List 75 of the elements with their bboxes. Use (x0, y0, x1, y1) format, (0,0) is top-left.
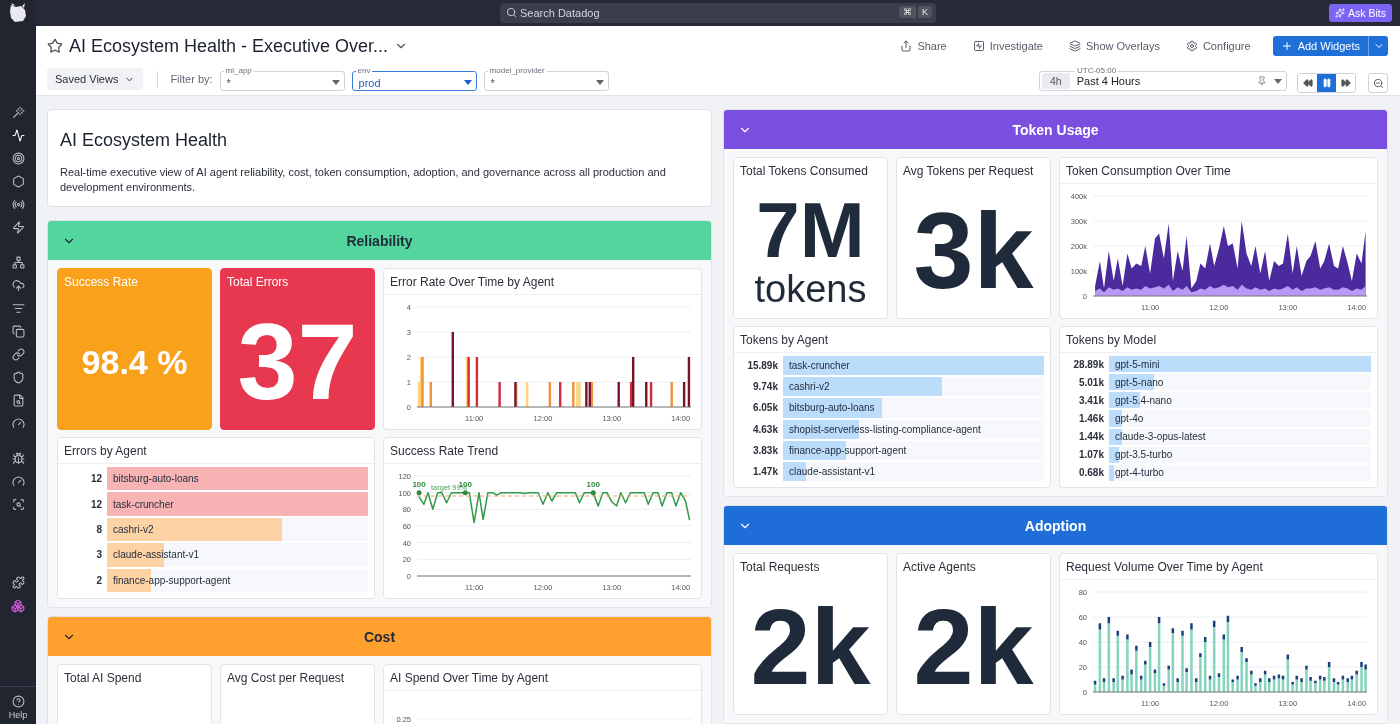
card-title: Success Rate Trend (384, 438, 701, 464)
bar-label: task-cruncher (788, 360, 850, 372)
metric-value: 2k (750, 592, 871, 701)
card-title: Request Volume Over Time by Agent (1060, 554, 1377, 580)
bar-value: 1.07k (1077, 449, 1104, 461)
card-title: Total Requests (739, 559, 821, 576)
field-label: ml_app (223, 67, 254, 75)
intro-title: AI Ecosystem Health (60, 130, 229, 151)
bar-label: gpt-3.5-turbo (1114, 449, 1173, 461)
bar-label: bitsburg-auto-loans (112, 473, 199, 485)
bar-label: task-cruncher (112, 498, 174, 510)
point-label: 100 (411, 479, 426, 489)
field-label: model_provider (487, 67, 547, 75)
metric-value: 2k (913, 592, 1034, 701)
timezone-label: UTC-05:00 (1075, 67, 1119, 75)
card-title: Error Rate Over Time by Agent (384, 269, 701, 295)
bar-label: gpt-5.4-nano (1114, 394, 1172, 406)
group-title: Cost (362, 628, 397, 645)
group-title: Reliability (345, 232, 414, 249)
metric-unit: tokens (754, 268, 867, 311)
bar-label: claude-assistant-v1 (112, 549, 200, 561)
bar-label: claude-assistant-v1 (788, 465, 876, 477)
card-title: Token Consumption Over Time (1060, 158, 1377, 184)
metric-value: 98.4 % (81, 344, 188, 379)
card-title: Total Errors (226, 274, 290, 291)
bar-value: 1.46k (1077, 413, 1104, 424)
bar-label: gpt-5-nano (1114, 376, 1164, 388)
bar-value: 28.89k (1072, 358, 1104, 370)
card-title: Avg Cost per Request (226, 670, 346, 687)
card-title: Errors by Agent (58, 438, 374, 464)
bar-label: cashri-v2 (788, 381, 830, 393)
bar-value: 12 (89, 498, 102, 510)
bar-label: gpt-4o (1114, 413, 1144, 424)
card-title: Success Rate (63, 274, 140, 291)
card-title: AI Spend Over Time by Agent (384, 665, 701, 691)
card-title: Total AI Spend (63, 670, 143, 687)
intro-description: Real-time executive view of AI agent reliability, cost, token consumption, adoption, and governance across all production and development environments. (60, 165, 667, 195)
bar-label: shopist-serverless-listing-compliance-agent (788, 423, 981, 435)
group-title: Token Usage (1011, 121, 1100, 138)
card-title: Tokens by Model (1060, 327, 1377, 353)
bar-value: 3.41k (1077, 394, 1104, 406)
time-range: Past 4 Hours (1076, 75, 1142, 87)
point-label: 100 (586, 479, 600, 489)
card-title: Avg Tokens per Request (902, 163, 1035, 180)
bar-label: gpt-5-mini (1114, 358, 1160, 370)
dashboard-title: AI Ecosystem Health - Executive Over... (69, 35, 389, 57)
bar-value: 1.47k (751, 465, 778, 477)
field-label: env (355, 67, 373, 75)
time-span: 4h (1042, 73, 1070, 89)
card-title: Tokens by Agent (734, 327, 1050, 353)
bar-value: 9.74k (751, 381, 778, 393)
bar-label: claude-3-opus-latest (1114, 431, 1206, 443)
bar-value: 3.83k (751, 444, 778, 456)
filter-label: Filter by: (170, 73, 213, 85)
bar-value: 5.01k (1077, 376, 1104, 388)
card-title: Total Tokens Consumed (739, 163, 869, 180)
bar-label: finance-app-support-agent (112, 574, 231, 586)
bar-label: gpt-4-turbo (1114, 467, 1164, 479)
bar-label: cashri-v2 (112, 524, 154, 535)
bar-label: bitsburg-auto-loans (788, 402, 875, 414)
bar-value: 3 (95, 549, 102, 561)
bar-value: 4.63k (751, 423, 778, 435)
bar-value: 15.89k (746, 360, 778, 372)
metric-value: 7M (756, 190, 865, 269)
bar-value: 8 (95, 524, 102, 535)
bar-value: 1.44k (1077, 431, 1104, 443)
metric-value: 37 (237, 307, 358, 416)
bar-value: 2 (95, 574, 102, 586)
metric-value: 3k (913, 196, 1034, 305)
bar-label: finance-app-support-agent (788, 444, 907, 456)
bar-value: 6.05k (751, 402, 778, 414)
bar-value: 0.68k (1077, 467, 1104, 479)
group-title: Adoption (1023, 517, 1088, 534)
card-title: Active Agents (902, 559, 977, 576)
bar-value: 12 (89, 473, 102, 485)
